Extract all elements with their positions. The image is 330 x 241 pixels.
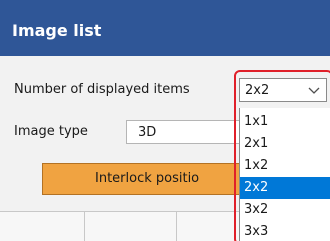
dropdown-option-selected[interactable]: 2x2 — [240, 177, 330, 199]
dropdown-option[interactable]: 3x3 — [240, 221, 330, 241]
bottom-tab-strip — [0, 212, 239, 241]
image-type-field[interactable]: 3D — [126, 120, 239, 144]
dropdown-option[interactable]: 1x2 — [240, 155, 330, 177]
interlock-position-button-label: Interlock positio — [95, 171, 200, 186]
dropdown-option[interactable]: 3x2 — [240, 199, 330, 221]
tab-separator — [176, 212, 177, 241]
image-type-label: Image type — [14, 124, 88, 139]
display-items-dropdown-list: 1x1 2x1 1x2 2x2 3x2 3x3 — [239, 108, 330, 241]
chevron-down-icon — [308, 87, 320, 94]
image-list-window: Image list Number of displayed items 2x2… — [0, 0, 330, 241]
display-items-select[interactable]: 2x2 — [239, 78, 327, 102]
title-bar: Image list — [0, 0, 330, 56]
tab-separator — [84, 212, 85, 241]
dropdown-option[interactable]: 2x1 — [240, 133, 330, 155]
image-type-value: 3D — [138, 125, 157, 140]
interlock-position-button[interactable]: Interlock positio — [42, 163, 239, 195]
dropdown-option[interactable]: 1x1 — [240, 111, 330, 133]
display-items-label: Number of displayed items — [14, 82, 190, 97]
window-title: Image list — [12, 21, 102, 40]
display-items-selected-value: 2x2 — [245, 83, 270, 98]
